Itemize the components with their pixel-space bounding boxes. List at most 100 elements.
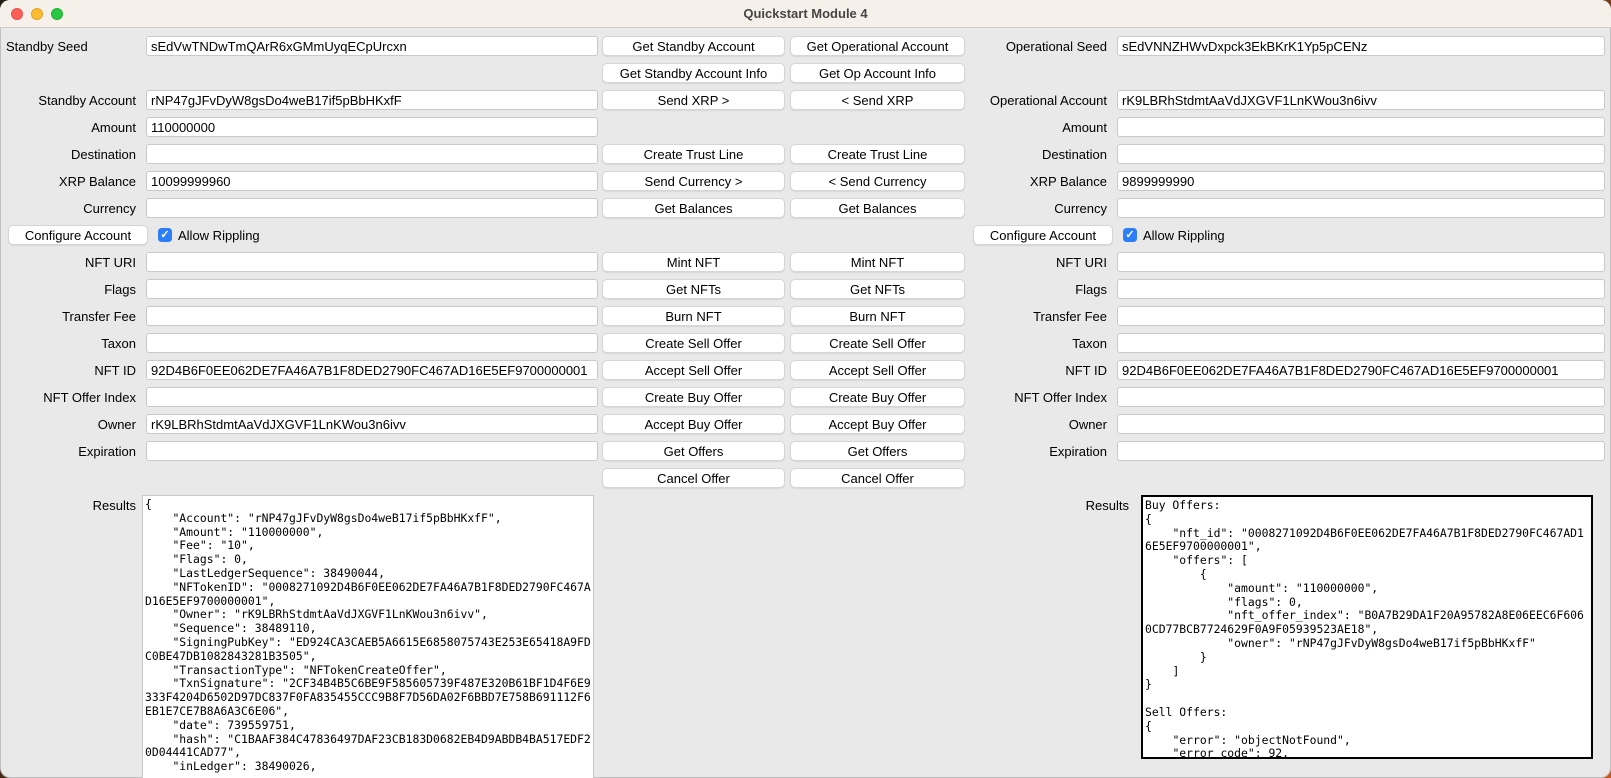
operational-panel: Operational Seed Operational Account Amo… — [965, 36, 1611, 778]
operational-results-textarea[interactable]: Buy Offers: { "nft_id": "0008271092D4B6F… — [1141, 495, 1593, 759]
standby-flags-input[interactable] — [146, 279, 598, 299]
spacer-row — [0, 63, 598, 83]
operational-xrp-balance-input[interactable] — [1117, 171, 1605, 191]
send-currency-right-button[interactable]: Send Currency > — [602, 171, 785, 191]
standby-seed-input[interactable] — [146, 36, 598, 56]
standby-burn-nft-button[interactable]: Burn NFT — [602, 306, 785, 326]
standby-accept-sell-offer-button[interactable]: Accept Sell Offer — [602, 360, 785, 380]
minimize-button[interactable] — [31, 8, 43, 20]
operational-nft-uri-input[interactable] — [1117, 252, 1605, 272]
standby-get-nfts-button[interactable]: Get NFTs — [602, 279, 785, 299]
standby-account-input[interactable] — [146, 90, 598, 110]
operational-cancel-offer-button[interactable]: Cancel Offer — [790, 468, 965, 488]
main-content: Standby Seed Standby Account Amount Dest… — [0, 28, 1611, 778]
operational-owner-input[interactable] — [1117, 414, 1605, 434]
operational-get-offers-button[interactable]: Get Offers — [790, 441, 965, 461]
operational-allow-rippling-checkbox[interactable]: ✓ — [1123, 228, 1137, 242]
operational-create-buy-offer-button[interactable]: Create Buy Offer — [790, 387, 965, 407]
operational-burn-nft-button[interactable]: Burn NFT — [790, 306, 965, 326]
operational-destination-input[interactable] — [1117, 144, 1605, 164]
standby-nft-offer-index-input[interactable] — [146, 387, 598, 407]
operational-transfer-fee-input[interactable] — [1117, 306, 1605, 326]
operational-seed-label: Operational Seed — [965, 39, 1113, 54]
standby-mint-nft-button[interactable]: Mint NFT — [602, 252, 785, 272]
send-currency-left-button[interactable]: < Send Currency — [790, 171, 965, 191]
standby-transfer-fee-input[interactable] — [146, 306, 598, 326]
standby-transfer-fee-label: Transfer Fee — [0, 309, 142, 324]
operational-seed-input[interactable] — [1117, 36, 1605, 56]
operational-configure-account-button[interactable]: Configure Account — [973, 225, 1113, 245]
traffic-lights — [11, 0, 63, 27]
operational-taxon-input[interactable] — [1117, 333, 1605, 353]
standby-get-offers-button[interactable]: Get Offers — [602, 441, 785, 461]
standby-amount-input[interactable] — [146, 117, 598, 137]
operational-nft-id-label: NFT ID — [965, 363, 1113, 378]
send-xrp-right-button[interactable]: Send XRP > — [602, 90, 785, 110]
send-xrp-left-button[interactable]: < Send XRP — [790, 90, 965, 110]
close-button[interactable] — [11, 8, 23, 20]
zoom-button[interactable] — [51, 8, 63, 20]
title-bar: Quickstart Module 4 — [0, 0, 1611, 28]
standby-currency-label: Currency — [0, 201, 142, 216]
standby-nft-offer-index-label: NFT Offer Index — [0, 390, 142, 405]
standby-nft-id-input[interactable] — [146, 360, 598, 380]
standby-nft-uri-input[interactable] — [146, 252, 598, 272]
spacer-row — [965, 468, 1605, 488]
operational-currency-input[interactable] — [1117, 198, 1605, 218]
operational-account-input[interactable] — [1117, 90, 1605, 110]
operational-xrp-balance-label: XRP Balance — [965, 174, 1113, 189]
standby-create-buy-offer-button[interactable]: Create Buy Offer — [602, 387, 785, 407]
get-operational-account-button[interactable]: Get Operational Account — [790, 36, 965, 56]
operational-get-nfts-button[interactable]: Get NFTs — [790, 279, 965, 299]
standby-cancel-offer-button[interactable]: Cancel Offer — [602, 468, 785, 488]
operational-create-trust-line-button[interactable]: Create Trust Line — [790, 144, 965, 164]
standby-xrp-balance-label: XRP Balance — [0, 174, 142, 189]
standby-get-balances-button[interactable]: Get Balances — [602, 198, 785, 218]
standby-accept-buy-offer-button[interactable]: Accept Buy Offer — [602, 414, 785, 434]
standby-results-textarea[interactable]: { "Account": "rNP47gJFvDyW8gsDo4weB17if5… — [142, 495, 594, 778]
standby-allow-rippling-checkbox[interactable]: ✓ — [158, 228, 172, 242]
operational-allow-rippling-label: Allow Rippling — [1143, 228, 1225, 243]
operational-nft-offer-index-input[interactable] — [1117, 387, 1605, 407]
get-standby-account-info-button[interactable]: Get Standby Account Info — [602, 63, 785, 83]
spacer-row — [965, 63, 1605, 83]
operational-allow-rippling: ✓ Allow Rippling — [1123, 228, 1225, 243]
operational-transfer-fee-label: Transfer Fee — [965, 309, 1113, 324]
standby-xrp-balance-input[interactable] — [146, 171, 598, 191]
standby-taxon-input[interactable] — [146, 333, 598, 353]
standby-currency-input[interactable] — [146, 198, 598, 218]
standby-configure-account-button[interactable]: Configure Account — [8, 225, 148, 245]
get-op-account-info-button[interactable]: Get Op Account Info — [790, 63, 965, 83]
standby-nft-id-label: NFT ID — [0, 363, 142, 378]
standby-allow-rippling-label: Allow Rippling — [178, 228, 260, 243]
standby-expiration-input[interactable] — [146, 441, 598, 461]
standby-destination-input[interactable] — [146, 144, 598, 164]
operational-nft-id-input[interactable] — [1117, 360, 1605, 380]
operational-amount-input[interactable] — [1117, 117, 1605, 137]
standby-create-trust-line-button[interactable]: Create Trust Line — [602, 144, 785, 164]
app-window: Quickstart Module 4 Standby Seed Standby… — [0, 0, 1611, 778]
spacer-row — [0, 468, 598, 488]
standby-nft-uri-label: NFT URI — [0, 255, 142, 270]
window-title: Quickstart Module 4 — [743, 6, 867, 21]
operational-create-sell-offer-button[interactable]: Create Sell Offer — [790, 333, 965, 353]
standby-owner-input[interactable] — [146, 414, 598, 434]
spacer-row — [602, 117, 965, 137]
standby-create-sell-offer-button[interactable]: Create Sell Offer — [602, 333, 785, 353]
operational-accept-sell-offer-button[interactable]: Accept Sell Offer — [790, 360, 965, 380]
standby-panel: Standby Seed Standby Account Amount Dest… — [0, 36, 598, 778]
operational-flags-label: Flags — [965, 282, 1113, 297]
standby-seed-label: Standby Seed — [0, 39, 142, 54]
operational-get-balances-button[interactable]: Get Balances — [790, 198, 965, 218]
operational-accept-buy-offer-button[interactable]: Accept Buy Offer — [790, 414, 965, 434]
operational-flags-input[interactable] — [1117, 279, 1605, 299]
standby-taxon-label: Taxon — [0, 336, 142, 351]
operational-mint-nft-button[interactable]: Mint NFT — [790, 252, 965, 272]
operational-currency-label: Currency — [965, 201, 1113, 216]
operational-expiration-input[interactable] — [1117, 441, 1605, 461]
operational-amount-label: Amount — [965, 120, 1113, 135]
standby-expiration-label: Expiration — [0, 444, 142, 459]
operational-taxon-label: Taxon — [965, 336, 1113, 351]
operational-destination-label: Destination — [965, 147, 1113, 162]
get-standby-account-button[interactable]: Get Standby Account — [602, 36, 785, 56]
